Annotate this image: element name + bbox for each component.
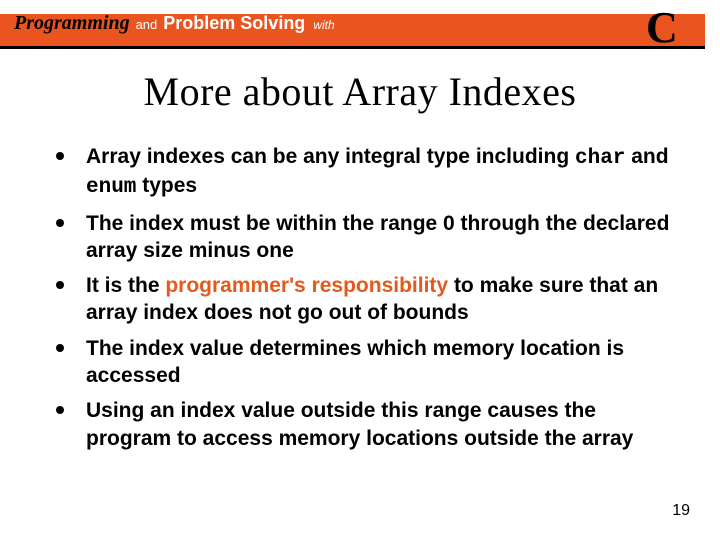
bullet-text: It is the: [86, 274, 165, 297]
bullet-text: Using an index value outside this range …: [86, 399, 633, 449]
content-area: Array indexes can be any integral type i…: [0, 115, 720, 452]
list-item: The index must be within the range 0 thr…: [46, 210, 674, 265]
bullet-text: The index must be within the range 0 thr…: [86, 212, 669, 262]
banner-underline: [0, 46, 705, 49]
bullet-list: Array indexes can be any integral type i…: [46, 143, 674, 452]
bullet-text: Array indexes can be any integral type i…: [86, 145, 575, 168]
bullet-text: and: [625, 145, 668, 168]
bullet-text: types: [136, 174, 197, 197]
banner: Programming and Problem Solving with C +…: [0, 0, 720, 64]
list-item: Using an index value outside this range …: [46, 397, 674, 452]
cpp-logo: C + +: [646, 6, 690, 50]
brand-programming: Programming: [14, 12, 130, 35]
cpp-plus-icon: + +: [680, 15, 690, 44]
list-item: Array indexes can be any integral type i…: [46, 143, 674, 202]
code-text: enum: [86, 176, 136, 199]
brand-problem-solving: Problem Solving: [163, 13, 305, 34]
brand-with: with: [313, 18, 334, 32]
slide: Programming and Problem Solving with C +…: [0, 0, 720, 540]
brand-and: and: [136, 17, 158, 32]
list-item: The index value determines which memory …: [46, 335, 674, 390]
page-number: 19: [672, 502, 690, 520]
list-item: It is the programmer's responsibility to…: [46, 272, 674, 327]
cpp-c-letter: C: [646, 6, 678, 50]
code-text: char: [575, 147, 625, 170]
accent-text: programmer's responsibility: [165, 274, 448, 297]
plus-icon: +: [680, 29, 690, 43]
bullet-text: The index value determines which memory …: [86, 337, 624, 387]
banner-title-group: Programming and Problem Solving with: [14, 12, 335, 35]
page-title: More about Array Indexes: [0, 68, 720, 115]
